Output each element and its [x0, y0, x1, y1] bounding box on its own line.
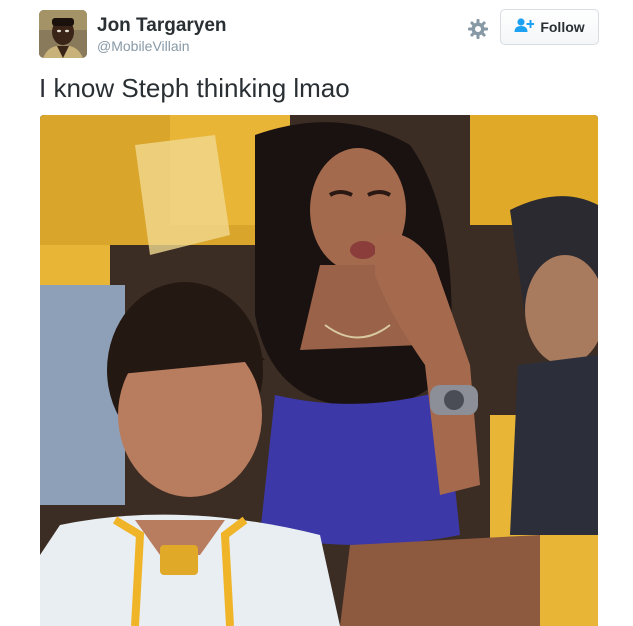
user-name[interactable]: Jon Targaryen	[97, 15, 227, 37]
tweet-card: Jon Targaryen @MobileVillain Follow I kn…	[0, 0, 633, 626]
follow-label: Follow	[540, 19, 585, 35]
gear-icon[interactable]	[466, 17, 490, 41]
avatar-image	[39, 10, 87, 58]
add-user-icon	[514, 17, 535, 38]
tweet-text: I know Steph thinking lmao	[39, 73, 350, 103]
avatar[interactable]	[39, 10, 87, 58]
tweet-media-photo[interactable]	[40, 115, 598, 626]
photo-image	[40, 115, 598, 626]
user-handle[interactable]: @MobileVillain	[97, 38, 190, 54]
follow-button[interactable]: Follow	[500, 9, 599, 45]
